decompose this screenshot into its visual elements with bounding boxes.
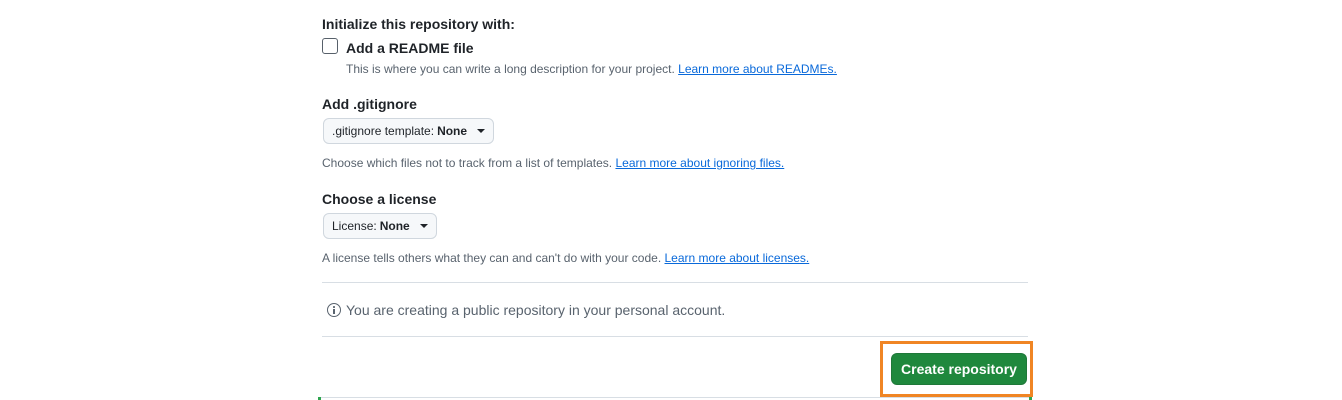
- license-heading: Choose a license: [322, 191, 437, 207]
- readme-checkbox-label[interactable]: Add a README file: [346, 40, 474, 56]
- gitignore-dropdown-prefix: .gitignore template:: [332, 124, 435, 138]
- license-dropdown[interactable]: License: None: [323, 213, 437, 239]
- chevron-down-icon: [477, 129, 486, 133]
- divider: [322, 282, 1028, 283]
- readme-checkbox[interactable]: [322, 38, 338, 54]
- divider: [322, 336, 1028, 337]
- gitignore-heading: Add .gitignore: [322, 96, 417, 112]
- gitignore-learn-more-link[interactable]: Learn more about ignoring files.: [615, 156, 784, 170]
- public-repo-notice: You are creating a public repository in …: [327, 302, 725, 318]
- license-note-text: A license tells others what they can and…: [322, 251, 665, 265]
- license-dropdown-value: None: [379, 219, 410, 233]
- license-learn-more-link[interactable]: Learn more about licenses.: [665, 251, 810, 265]
- initialize-heading: Initialize this repository with:: [322, 16, 515, 32]
- license-note: A license tells others what they can and…: [322, 251, 809, 265]
- chevron-down-icon: [419, 224, 428, 228]
- gitignore-note: Choose which files not to track from a l…: [322, 156, 784, 170]
- create-repository-button[interactable]: Create repository: [891, 353, 1027, 385]
- readme-note-text: This is where you can write a long descr…: [346, 62, 679, 76]
- bottom-divider: [318, 397, 1032, 398]
- gitignore-dropdown-value: None: [437, 124, 468, 138]
- license-dropdown-prefix: License:: [332, 219, 377, 233]
- readme-learn-more-link[interactable]: Learn more about READMEs.: [678, 62, 837, 76]
- info-icon: [327, 303, 341, 317]
- create-repository-page: Initialize this repository with: Add a R…: [0, 0, 1342, 400]
- readme-note: This is where you can write a long descr…: [346, 62, 837, 76]
- gitignore-note-text: Choose which files not to track from a l…: [322, 156, 616, 170]
- public-repo-notice-text: You are creating a public repository in …: [346, 302, 726, 318]
- gitignore-template-dropdown[interactable]: .gitignore template: None: [323, 118, 495, 144]
